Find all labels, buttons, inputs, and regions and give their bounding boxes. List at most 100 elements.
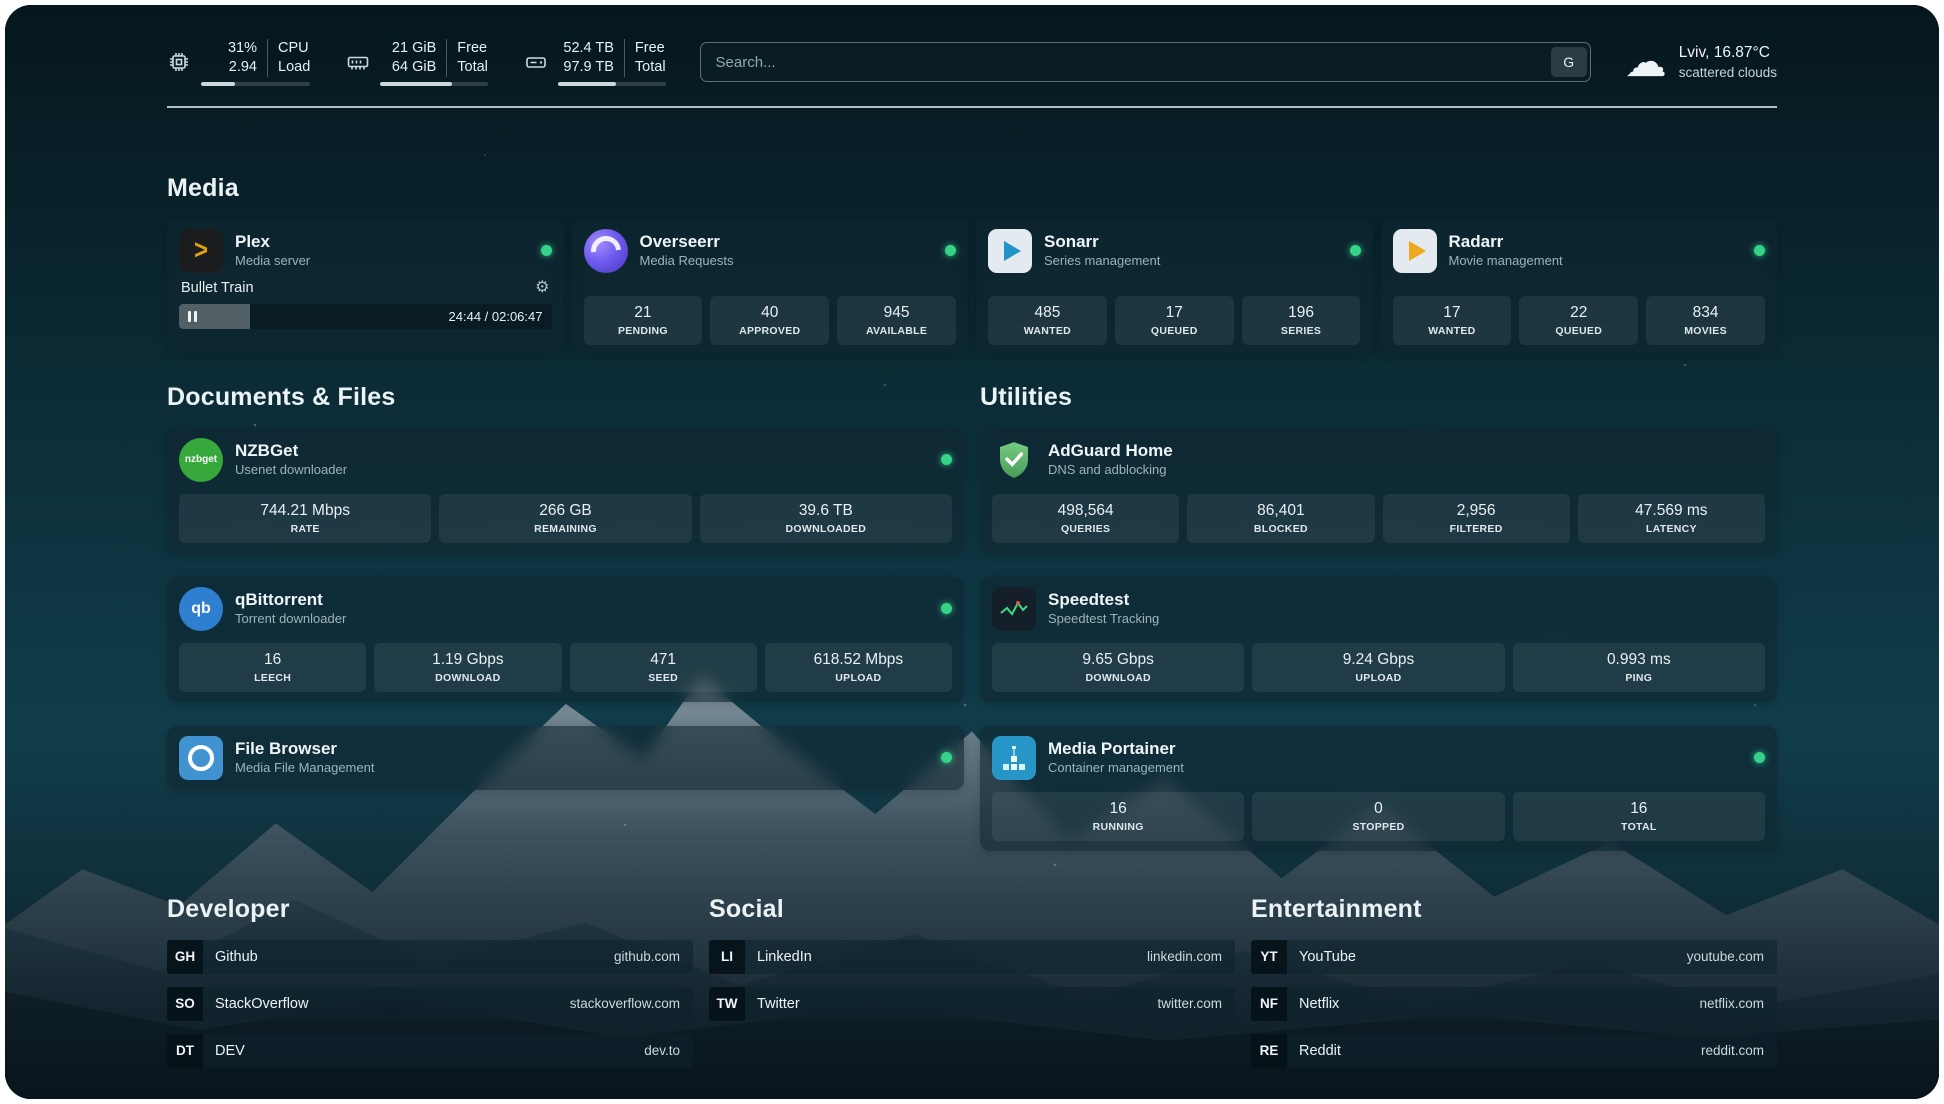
cpu-progress-track [201,82,310,86]
disk-icon [524,50,548,74]
stat: 9.65 Gbps DOWNLOAD [992,643,1244,692]
app-card-adguard[interactable]: AdGuard Home DNS and adblocking 498,564 … [980,428,1777,553]
stat-label: DOWNLOADED [786,522,867,536]
bookmark-url: dev.to [644,1043,693,1058]
app-card-filebrowser[interactable]: File Browser Media File Management [167,726,964,790]
app-card-speedtest[interactable]: Speedtest Speedtest Tracking 9.65 Gbps D… [980,577,1777,702]
stat-value: 47.569 ms [1635,501,1707,522]
stat: 39.6 TB DOWNLOADED [700,494,952,543]
search-engine-button[interactable]: G [1551,47,1587,77]
stat: 1.19 Gbps DOWNLOAD [374,643,561,692]
stat-value: 16 [1110,799,1127,820]
stat-value: 266 GB [539,501,592,522]
disk-free: 52.4 TB [563,39,614,58]
topbar: 31% 2.94 CPU Load [167,39,1777,86]
bookmark-twitter[interactable]: TW Twitter twitter.com [709,987,1235,1021]
bookmark-url: github.com [614,949,693,964]
stat-value: 2,956 [1457,501,1496,522]
section-utilities: Utilities [980,383,1777,851]
stat: 498,564 QUERIES [992,494,1179,543]
app-name: Overseerr [640,231,734,253]
stat-label: FILTERED [1450,522,1503,536]
bookmark-dev[interactable]: DT DEV dev.to [167,1034,693,1068]
stat-label: PING [1625,671,1652,685]
app-subtitle: Media Requests [640,253,734,270]
ram-free: 21 GiB [392,39,436,58]
stat: 471 SEED [570,643,757,692]
section-entertainment: Entertainment YT YouTube youtube.com NF … [1251,895,1777,1068]
ram-progress-track [380,82,488,86]
bookmark-netflix[interactable]: NF Netflix netflix.com [1251,987,1777,1021]
app-card-portainer[interactable]: Media Portainer Container management 16 … [980,726,1777,851]
stat: 40 APPROVED [710,296,829,345]
stat-label: REMAINING [534,522,597,536]
bookmark-name: Netflix [1287,996,1339,1012]
app-name: Media Portainer [1048,738,1184,760]
app-name: qBittorrent [235,589,346,611]
app-name: NZBGet [235,440,347,462]
stat-label: MOVIES [1684,324,1727,338]
stat-value: 498,564 [1058,501,1114,522]
radarr-icon [1393,229,1437,273]
app-card-nzbget[interactable]: nzbget NZBGet Usenet downloader 744.21 M… [167,428,964,553]
app-card-radarr[interactable]: Radarr Movie management 17 WANTED 22 QUE… [1381,219,1778,355]
stat-value: 9.24 Gbps [1343,650,1415,671]
stat-value: 22 [1570,303,1587,324]
pause-icon[interactable] [188,311,197,322]
bookmark-youtube[interactable]: YT YouTube youtube.com [1251,940,1777,974]
stat: 0 STOPPED [1252,792,1504,841]
app-subtitle: Usenet downloader [235,462,347,479]
bookmark-url: twitter.com [1157,996,1235,1011]
youtube-icon: YT [1251,940,1287,974]
stat: 22 QUEUED [1519,296,1638,345]
stat: 744.21 Mbps RATE [179,494,431,543]
cpu-load-label: Load [278,58,310,77]
adguard-icon [992,438,1036,482]
plex-progress-bar[interactable]: 24:44 / 02:06:47 [179,304,552,329]
playback-time: 24:44 / 02:06:47 [449,309,543,324]
weather-location: Lviv, 16.87°C [1679,43,1777,64]
gear-icon[interactable]: ⚙ [535,280,549,296]
stat: 2,956 FILTERED [1383,494,1570,543]
stat-value: 86,401 [1257,501,1304,522]
stat: 618.52 Mbps UPLOAD [765,643,952,692]
filebrowser-icon [179,736,223,780]
disk-free-label: Free [635,39,665,58]
app-name: AdGuard Home [1048,440,1173,462]
stat-label: UPLOAD [835,671,881,685]
stat-label: WANTED [1024,324,1071,338]
bookmark-stackoverflow[interactable]: SO StackOverflow stackoverflow.com [167,987,693,1021]
ram-icon [346,50,370,74]
app-subtitle: Media server [235,253,310,270]
cloud-icon: ☁ [1625,41,1667,83]
stat-value: 40 [761,303,778,324]
stat: 0.993 ms PING [1513,643,1765,692]
app-card-sonarr[interactable]: Sonarr Series management 485 WANTED 17 Q… [976,219,1373,355]
section-media: Media > Plex Media server Bullet Train [167,174,1777,355]
metric-separator [446,39,447,77]
bookmark-github[interactable]: GH Github github.com [167,940,693,974]
netflix-icon: NF [1251,987,1287,1021]
stat: 16 RUNNING [992,792,1244,841]
bookmark-reddit[interactable]: RE Reddit reddit.com [1251,1034,1777,1068]
search-input[interactable] [704,54,1551,71]
bookmark-linkedin[interactable]: LI LinkedIn linkedin.com [709,940,1235,974]
stat-value: 21 [634,303,651,324]
app-card-plex[interactable]: > Plex Media server Bullet Train ⚙ [167,219,564,355]
topbar-divider [167,106,1777,108]
search-bar[interactable]: G [700,42,1591,82]
app-subtitle: Media File Management [235,760,374,777]
stat-label: SEED [648,671,678,685]
stat-value: 834 [1693,303,1719,324]
speedtest-icon [992,587,1036,631]
status-dot [1350,245,1361,256]
disk-total: 97.9 TB [563,58,614,77]
app-card-overseerr[interactable]: Overseerr Media Requests 21 PENDING 40 A… [572,219,969,355]
stat-label: PENDING [618,324,668,338]
weather-widget[interactable]: ☁ Lviv, 16.87°C scattered clouds [1625,41,1777,83]
cpu-metric: 31% 2.94 CPU Load [167,39,310,86]
app-card-qbittorrent[interactable]: qb qBittorrent Torrent downloader 16 [167,577,964,702]
status-dot [541,245,552,256]
stat: 17 QUEUED [1115,296,1234,345]
dev-icon: DT [167,1034,203,1068]
